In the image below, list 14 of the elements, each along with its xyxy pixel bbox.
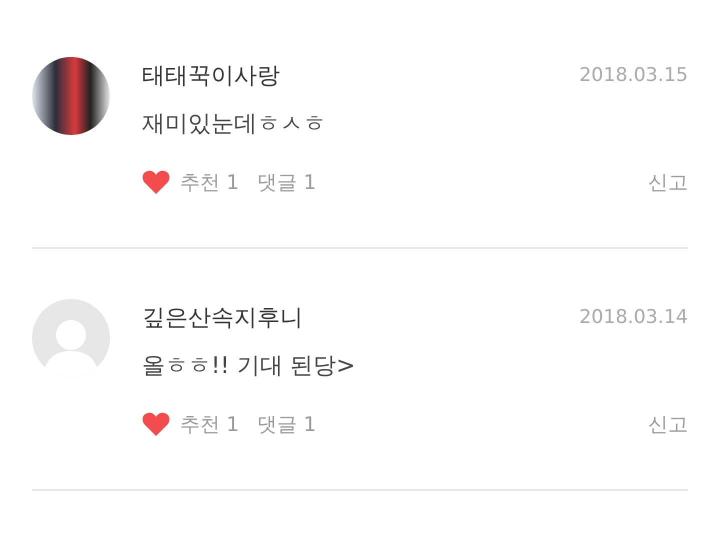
- user-name: 태태꾹이사랑: [142, 62, 280, 90]
- reply-count[interactable]: 댓글 1: [257, 410, 316, 438]
- reply-count[interactable]: 댓글 1: [257, 168, 316, 196]
- user-name: 깊은산속지후니: [142, 304, 303, 332]
- comment-text: 올ㅎㅎ!! 기대 된당>: [142, 352, 356, 381]
- report-link[interactable]: 신고: [648, 168, 688, 196]
- comment-text: 재미있눈데ㅎㅅㅎ: [142, 110, 327, 139]
- heart-icon[interactable]: [142, 412, 170, 436]
- report-link[interactable]: 신고: [648, 410, 688, 438]
- like-count: 추천 1: [180, 168, 240, 196]
- heart-icon[interactable]: [142, 170, 170, 194]
- comment-date: 2018.03.14: [579, 306, 688, 328]
- like-count: 추천 1: [180, 410, 240, 438]
- comment-date: 2018.03.15: [579, 64, 688, 86]
